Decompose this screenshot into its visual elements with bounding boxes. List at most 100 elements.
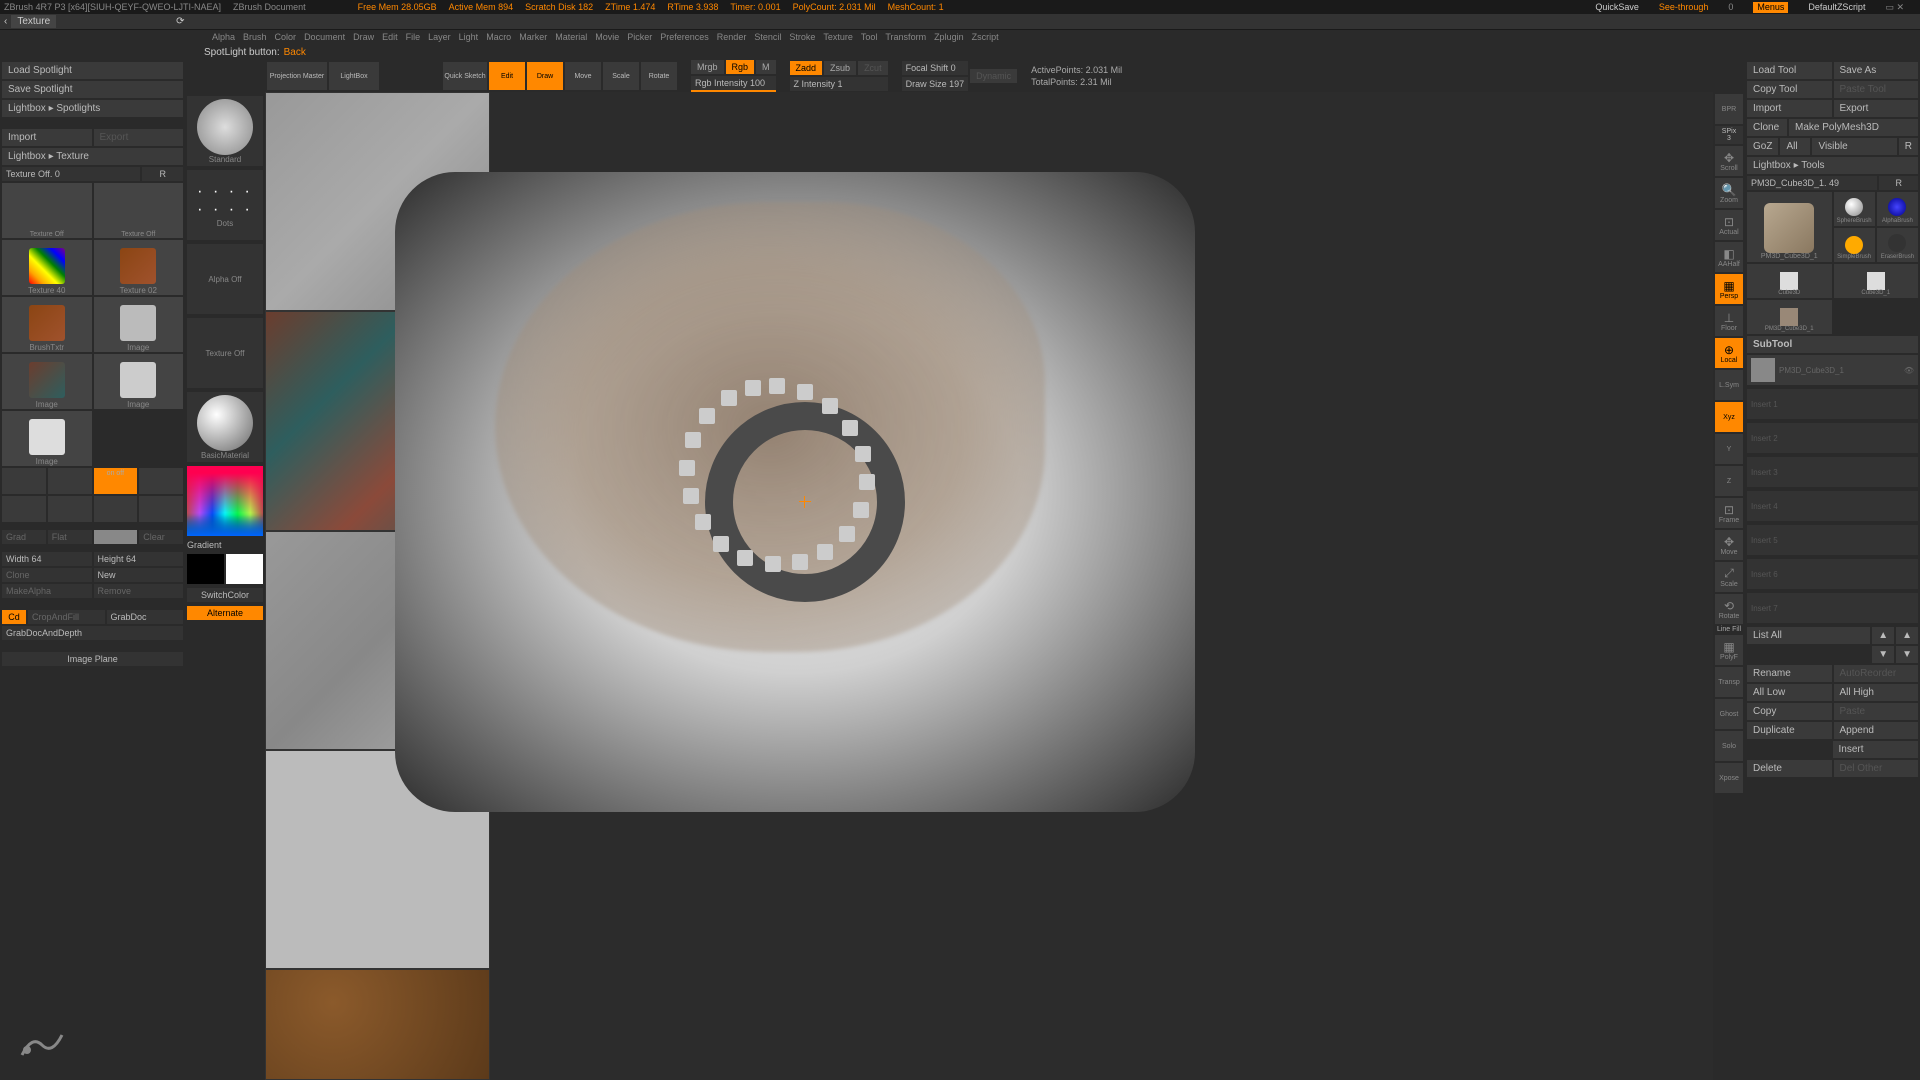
current-tool-field[interactable]: PM3D_Cube3D_1. 49 (1747, 176, 1877, 190)
width-field[interactable]: Width 64 (2, 552, 92, 566)
lightbox-texture-button[interactable]: Lightbox ▸ Texture (2, 148, 183, 165)
grabdoc-button[interactable]: GrabDoc (107, 610, 184, 624)
makealpha-button[interactable]: MakeAlpha (2, 584, 92, 598)
copy-tool-button[interactable]: Copy Tool (1747, 81, 1832, 98)
reload-icon[interactable]: ⟳ (176, 16, 184, 27)
lsym-button[interactable]: L.Sym (1715, 370, 1743, 400)
menu-light[interactable]: Light (459, 32, 479, 42)
alternate-button[interactable]: Alternate (187, 606, 263, 620)
chevron-icon[interactable]: ‹ (4, 16, 7, 27)
wheel-icon-16[interactable] (679, 460, 695, 476)
menu-zplugin[interactable]: Zplugin (934, 32, 964, 42)
brush-standard[interactable]: Standard (187, 96, 263, 166)
actual-button[interactable]: ⊡Actual (1715, 210, 1743, 240)
wheel-icon-2[interactable] (797, 384, 813, 400)
wheel-icon-5[interactable] (855, 446, 871, 462)
wheel-icon-19[interactable] (721, 390, 737, 406)
wheel-icon-18[interactable] (699, 408, 715, 424)
subtool-header[interactable]: SubTool (1747, 336, 1918, 353)
texture-off-slot[interactable]: Texture Off (187, 318, 263, 388)
sec-button[interactable] (94, 530, 138, 544)
menu-picker[interactable]: Picker (627, 32, 652, 42)
stroke-dots[interactable]: · · · ·· · · ·Dots (187, 170, 263, 240)
image-thumb-3[interactable]: Image (94, 354, 184, 409)
local-button[interactable]: ⊕Local (1715, 338, 1743, 368)
menu-macro[interactable]: Macro (486, 32, 511, 42)
paste-subtool-button[interactable]: Paste (1834, 703, 1919, 720)
subtool-insert-5[interactable]: Insert 5 (1747, 525, 1918, 555)
clone-button[interactable]: Clone (2, 568, 92, 582)
subtool-insert-3[interactable]: Insert 3 (1747, 457, 1918, 487)
rotate-button[interactable] (139, 468, 183, 494)
list-all-button[interactable]: List All (1747, 627, 1870, 644)
wheel-icon-6[interactable] (859, 474, 875, 490)
save-as-button[interactable]: Save As (1834, 62, 1919, 79)
default-script[interactable]: DefaultZScript (1808, 2, 1865, 13)
export-tool-button[interactable]: Export (1834, 100, 1919, 117)
wheel-icon-7[interactable] (853, 502, 869, 518)
scale-nav-button[interactable]: ⤢Scale (1715, 562, 1743, 592)
wheel-icon-20[interactable] (745, 380, 761, 396)
alllow-button[interactable]: All Low (1747, 684, 1832, 701)
alpha-off[interactable]: Alpha Off (187, 244, 263, 314)
menu-brush[interactable]: Brush (243, 32, 267, 42)
menu-material[interactable]: Material (555, 32, 587, 42)
switchcolor-button[interactable]: SwitchColor (187, 588, 263, 602)
menu-color[interactable]: Color (275, 32, 297, 42)
cropandfill-button[interactable]: CropAndFill (28, 610, 105, 624)
zoom-button[interactable]: 🔍Zoom (1715, 178, 1743, 208)
tool-cube2[interactable]: Cube3D_1 (1834, 264, 1919, 298)
wheel-icon-17[interactable] (685, 432, 701, 448)
spotlight-texture-5[interactable] (265, 969, 490, 1080)
focal-shift[interactable]: Focal Shift 0 (902, 61, 969, 75)
xyz-button[interactable]: Xyz (1715, 402, 1743, 432)
subtool-item-active[interactable]: PM3D_Cube3D_1 👁 (1747, 355, 1918, 385)
copy-subtool-button[interactable]: Copy (1747, 703, 1832, 720)
image-plane-header[interactable]: Image Plane (2, 652, 183, 666)
paste-tool-button[interactable]: Paste Tool (1834, 81, 1919, 98)
texture-02-thumb[interactable]: Texture 02 (94, 240, 184, 295)
primary-color[interactable] (226, 554, 263, 584)
menu-tool[interactable]: Tool (861, 32, 878, 42)
texture-off-thumb[interactable]: Texture Off (2, 183, 92, 238)
autoreorder-button[interactable]: AutoReorder (1834, 665, 1919, 682)
xpose-button[interactable]: Xpose (1715, 763, 1743, 793)
wheel-icon-12[interactable] (737, 550, 753, 566)
rgb-intensity[interactable]: Rgb Intensity 100 (691, 76, 776, 92)
duplicate-button[interactable]: Duplicate (1747, 722, 1832, 739)
y-button[interactable]: Y (1715, 434, 1743, 464)
r-button-3[interactable]: R (1879, 176, 1918, 190)
texture-off-thumb-2[interactable]: Texture Off (94, 183, 184, 238)
allhigh-button[interactable]: All High (1834, 684, 1919, 701)
menu-preferences[interactable]: Preferences (660, 32, 709, 42)
wheel-icon-15[interactable] (683, 488, 699, 504)
remove-button[interactable]: Remove (94, 584, 184, 598)
delother-button[interactable]: Del Other (1834, 760, 1919, 777)
wheel-icon-10[interactable] (792, 554, 808, 570)
new-button[interactable]: New (94, 568, 184, 582)
quicksave-button[interactable]: QuickSave (1595, 2, 1639, 13)
zsub-button[interactable]: Zsub (824, 61, 856, 75)
menu-zscript[interactable]: Zscript (972, 32, 999, 42)
menu-draw[interactable]: Draw (353, 32, 374, 42)
sb3[interactable] (94, 496, 138, 522)
seethrough-value[interactable]: 0 (1728, 2, 1733, 13)
visible-button[interactable]: Visible (1812, 138, 1896, 155)
menu-movie[interactable]: Movie (595, 32, 619, 42)
persp-button[interactable]: ▦Persp (1715, 274, 1743, 304)
make-polymesh-button[interactable]: Make PolyMesh3D (1789, 119, 1918, 136)
tool-sphere[interactable]: SphereBrush (1834, 192, 1875, 226)
rgb-button[interactable]: Rgb (726, 60, 755, 74)
arrow-up2[interactable]: ▲ (1896, 627, 1918, 644)
zadd-button[interactable]: Zadd (790, 61, 823, 75)
wheel-icon-11[interactable] (765, 556, 781, 572)
wheel-icon-9[interactable] (817, 544, 833, 560)
height-field[interactable]: Height 64 (94, 552, 184, 566)
menu-edit[interactable]: Edit (382, 32, 398, 42)
clone-tool-button[interactable]: Clone (1747, 119, 1787, 136)
menu-stencil[interactable]: Stencil (754, 32, 781, 42)
subtool-insert-6[interactable]: Insert 6 (1747, 559, 1918, 589)
wheel-icon-13[interactable] (713, 536, 729, 552)
wheel-icon-3[interactable] (822, 398, 838, 414)
menu-marker[interactable]: Marker (519, 32, 547, 42)
